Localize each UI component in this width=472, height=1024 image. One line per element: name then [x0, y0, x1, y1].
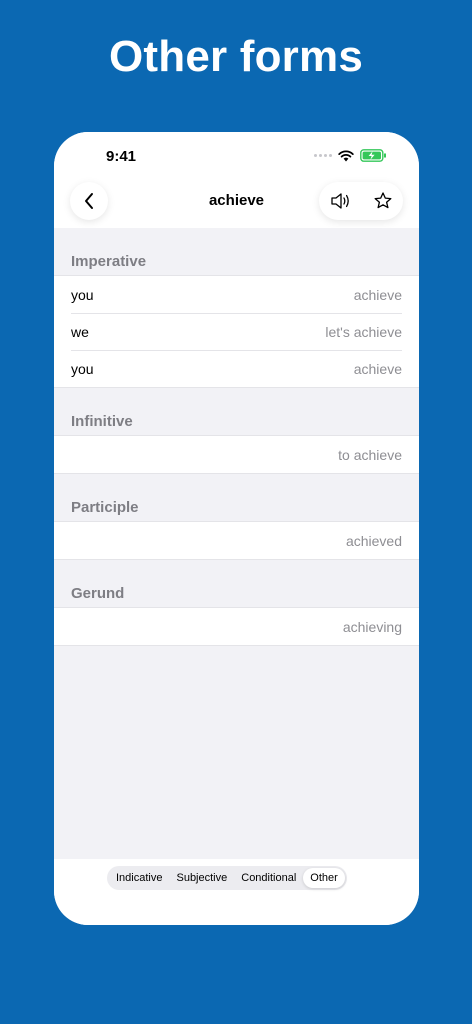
- participle-rows: achieved: [54, 521, 419, 560]
- star-icon: [374, 192, 391, 209]
- section-title-gerund: Gerund: [71, 585, 125, 602]
- verb-form: achieved: [345, 532, 402, 549]
- list-item[interactable]: you achieve: [54, 276, 419, 313]
- tab-indicative[interactable]: Indicative: [109, 868, 169, 888]
- nav-actions: [319, 182, 403, 220]
- tab-other[interactable]: Other: [303, 868, 345, 888]
- list-item[interactable]: achieving: [54, 608, 419, 645]
- list-item[interactable]: you achieve: [54, 350, 419, 387]
- verb-form: achieve: [353, 286, 402, 303]
- conjugation-list: Imperative you achieve we let's achieve …: [54, 228, 419, 646]
- cellular-signal-icon: [314, 154, 332, 157]
- section-title-infinitive: Infinitive: [71, 413, 133, 430]
- tab-subjective[interactable]: Subjective: [169, 868, 234, 888]
- phone-screen: 9:41 achieve Imperative you achieve we l…: [54, 132, 419, 925]
- status-icons: [314, 149, 387, 162]
- mood-tab-bar: Indicative Subjective Conditional Other: [54, 859, 419, 925]
- status-bar: 9:41: [54, 132, 419, 180]
- navigation-bar: achieve: [54, 180, 419, 228]
- battery-charging-icon: [360, 149, 386, 162]
- pronoun-label: you: [71, 360, 94, 377]
- list-item[interactable]: to achieve: [54, 436, 419, 473]
- pronounce-button[interactable]: [330, 191, 352, 211]
- infinitive-rows: to achieve: [54, 435, 419, 474]
- pronoun-label: we: [71, 323, 89, 340]
- verb-form: achieve: [353, 360, 402, 377]
- verb-form: let's achieve: [325, 323, 402, 340]
- verb-form: to achieve: [338, 446, 402, 463]
- list-item[interactable]: we let's achieve: [54, 313, 419, 350]
- gerund-rows: achieving: [54, 607, 419, 646]
- section-title-imperative: Imperative: [71, 253, 147, 270]
- favorite-button[interactable]: [373, 191, 393, 211]
- section-title-participle: Participle: [71, 499, 139, 516]
- imperative-rows: you achieve we let's achieve you achieve: [54, 275, 419, 388]
- promo-headline: Other forms: [108, 32, 364, 81]
- list-item[interactable]: achieved: [54, 522, 419, 559]
- status-time: 9:41: [106, 148, 137, 165]
- pronoun-label: you: [71, 286, 94, 303]
- speaker-icon: [330, 193, 349, 209]
- tab-conditional[interactable]: Conditional: [234, 868, 303, 888]
- mood-segmented-control: Indicative Subjective Conditional Other: [107, 866, 347, 890]
- wifi-icon: [338, 149, 354, 161]
- verb-form: achieving: [342, 618, 402, 635]
